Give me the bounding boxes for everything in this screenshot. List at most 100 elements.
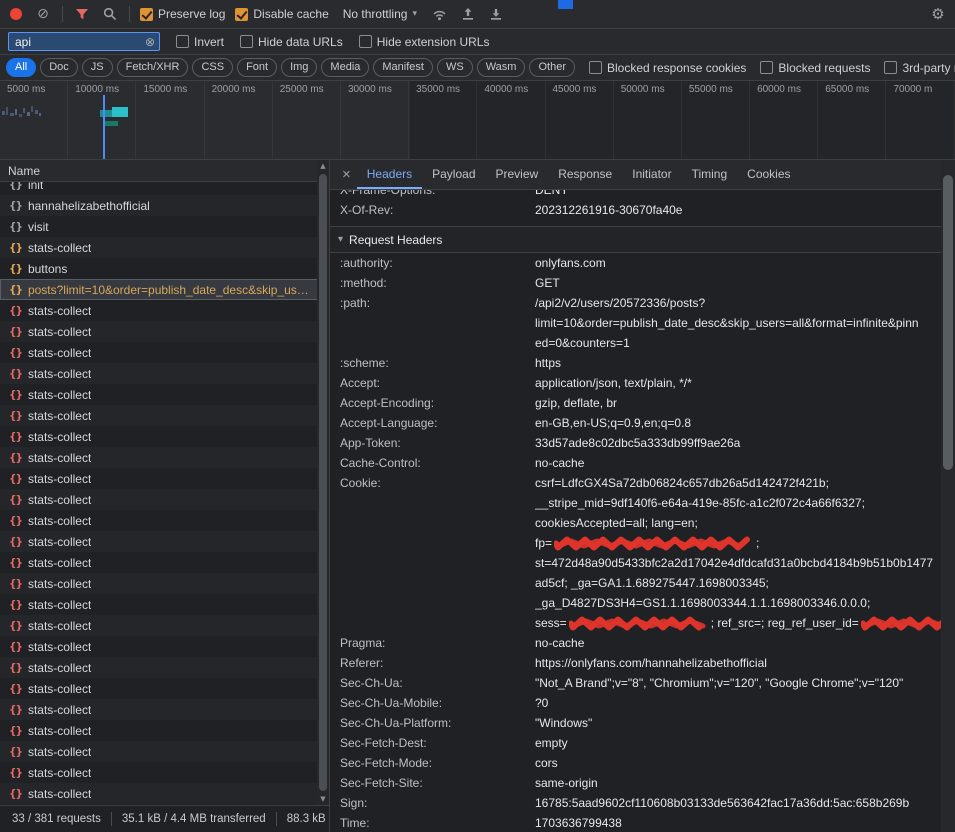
checkbox-icon[interactable] (240, 35, 253, 48)
scrollbar-thumb[interactable] (319, 174, 327, 791)
filter-chip-other[interactable]: Other (529, 58, 575, 77)
request-row[interactable]: {}visit (0, 216, 329, 237)
throttling-select[interactable]: No throttling ▾ (339, 5, 421, 23)
filter-chip-media[interactable]: Media (321, 58, 369, 77)
header-row: :scheme:https (330, 353, 941, 373)
headers-viewport[interactable]: X-Frame-Options:DENYX-Of-Rev:20231226191… (330, 190, 955, 832)
header-row: Pragma:no-cache (330, 633, 941, 653)
request-row[interactable]: {}stats-collect (0, 342, 329, 363)
request-row[interactable]: {}stats-collect (0, 363, 329, 384)
timeline-column: 55000 ms (682, 81, 750, 159)
header-row: :path:/api2/v2/users/20572336/posts?limi… (330, 293, 941, 353)
tab-timing[interactable]: Timing (682, 160, 738, 189)
filter-chip-wasm[interactable]: Wasm (477, 58, 526, 77)
request-row[interactable]: {}stats-collect (0, 699, 329, 720)
export-har-icon[interactable] (459, 5, 477, 23)
scroll-down-icon[interactable]: ▼ (320, 793, 325, 805)
tab-response[interactable]: Response (548, 160, 622, 189)
close-icon[interactable]: × (330, 160, 357, 189)
request-headers-section[interactable]: ▾Request Headers (330, 226, 941, 253)
checkbox-icon[interactable] (589, 61, 602, 74)
checkbox-icon[interactable] (176, 35, 189, 48)
request-row[interactable]: {}hannahelizabethofficial (0, 195, 329, 216)
checkbox-checked-icon[interactable] (140, 8, 153, 21)
timeline-column: 25000 ms (273, 81, 341, 159)
request-row[interactable]: {}stats-collect (0, 615, 329, 636)
request-row[interactable]: {}stats-collect (0, 384, 329, 405)
checkbox-blocked-requests[interactable]: Blocked requests (760, 61, 870, 75)
filter-chip-css[interactable]: CSS (192, 58, 233, 77)
scroll-up-icon[interactable]: ▲ (320, 160, 325, 172)
filter-chip-ws[interactable]: WS (437, 58, 473, 77)
tab-headers[interactable]: Headers (357, 160, 422, 189)
timeline-overview[interactable]: 5000 ms10000 ms15000 ms20000 ms25000 ms3… (0, 81, 955, 160)
import-har-icon[interactable] (487, 5, 505, 23)
request-row[interactable]: {}stats-collect (0, 489, 329, 510)
preserve-log-checkbox[interactable]: Preserve log (140, 7, 225, 21)
record-icon[interactable] (10, 8, 22, 20)
checkbox-3rd-party-requests[interactable]: 3rd-party requests (884, 61, 955, 75)
checkbox-checked-icon[interactable] (235, 8, 248, 21)
request-row[interactable]: {}stats-collect (0, 405, 329, 426)
request-row[interactable]: {}stats-collect (0, 552, 329, 573)
filter-icon[interactable] (73, 5, 91, 23)
filter-chip-all[interactable]: All (6, 58, 36, 77)
clear-network-log-icon[interactable]: ⊘ (34, 5, 52, 23)
request-row[interactable]: {}stats-collect (0, 426, 329, 447)
checkbox-icon[interactable] (760, 61, 773, 74)
timeline-tick-label: 60000 ms (750, 81, 817, 95)
request-row[interactable]: {}stats-collect (0, 636, 329, 657)
disclosure-triangle-icon[interactable]: ▾ (338, 234, 343, 245)
tab-initiator[interactable]: Initiator (622, 160, 681, 189)
invert-checkbox[interactable]: Invert (176, 35, 224, 49)
request-row[interactable]: {}stats-collect (0, 573, 329, 594)
request-row[interactable]: {}stats-collect (0, 300, 329, 321)
tab-payload[interactable]: Payload (422, 160, 485, 189)
filter-chip-img[interactable]: Img (281, 58, 317, 77)
request-row[interactable]: {}init (0, 182, 329, 195)
scrollbar-thumb[interactable] (943, 175, 953, 470)
checkbox-icon[interactable] (359, 35, 372, 48)
request-row[interactable]: {}stats-collect (0, 783, 329, 804)
disable-cache-checkbox[interactable]: Disable cache (235, 7, 328, 21)
clear-filter-icon[interactable]: ⊗ (145, 36, 155, 48)
request-row[interactable]: {}stats-collect (0, 531, 329, 552)
hide-extension-urls-checkbox[interactable]: Hide extension URLs (359, 35, 490, 49)
header-value-line: sess=; ref_src=; reg_ref_user_id= (535, 613, 941, 633)
request-row[interactable]: {}stats-collect (0, 678, 329, 699)
header-value: application/json, text/plain, */* (535, 373, 941, 393)
request-row[interactable]: {}stats-collect (0, 510, 329, 531)
request-row[interactable]: {}stats-collect (0, 237, 329, 258)
request-name: stats-collect (28, 787, 91, 801)
network-conditions-icon[interactable] (431, 5, 449, 23)
hide-data-urls-checkbox[interactable]: Hide data URLs (240, 35, 343, 49)
request-row[interactable]: {}stats-collect (0, 594, 329, 615)
details-scrollbar[interactable] (941, 160, 955, 832)
request-row[interactable]: {}stats-collect (0, 720, 329, 741)
tab-cookies[interactable]: Cookies (737, 160, 800, 189)
filter-chip-font[interactable]: Font (237, 58, 277, 77)
request-row[interactable]: {}buttons (0, 258, 329, 279)
filter-chip-js[interactable]: JS (82, 58, 113, 77)
header-name: Sec-Fetch-Dest: (330, 733, 535, 753)
request-row[interactable]: {}stats-collect (0, 762, 329, 783)
filter-chip-manifest[interactable]: Manifest (373, 58, 433, 77)
request-row[interactable]: {}stats-collect (0, 321, 329, 342)
request-row[interactable]: {}stats-collect (0, 741, 329, 762)
settings-gear-icon[interactable]: ⚙ (929, 5, 947, 23)
resource-type-filter-bar: AllDocJSFetch/XHRCSSFontImgMediaManifest… (0, 55, 955, 81)
checkbox-blocked-response-cookies[interactable]: Blocked response cookies (589, 61, 746, 75)
request-row[interactable]: {}stats-collect (0, 657, 329, 678)
request-list-scrollbar[interactable]: ▲ ▼ (317, 160, 329, 805)
tab-preview[interactable]: Preview (486, 160, 549, 189)
request-row[interactable]: {}stats-collect (0, 468, 329, 489)
name-column-header[interactable]: Name (0, 160, 329, 182)
filter-chip-fetch-xhr[interactable]: Fetch/XHR (117, 58, 189, 77)
request-name: posts?limit=10&order=publish_date_desc&s… (28, 283, 313, 297)
request-row[interactable]: {}posts?limit=10&order=publish_date_desc… (0, 279, 329, 300)
filter-input[interactable]: api ⊗ (8, 32, 160, 51)
search-icon[interactable] (101, 5, 119, 23)
filter-chip-doc[interactable]: Doc (40, 58, 78, 77)
checkbox-icon[interactable] (884, 61, 897, 74)
request-row[interactable]: {}stats-collect (0, 447, 329, 468)
